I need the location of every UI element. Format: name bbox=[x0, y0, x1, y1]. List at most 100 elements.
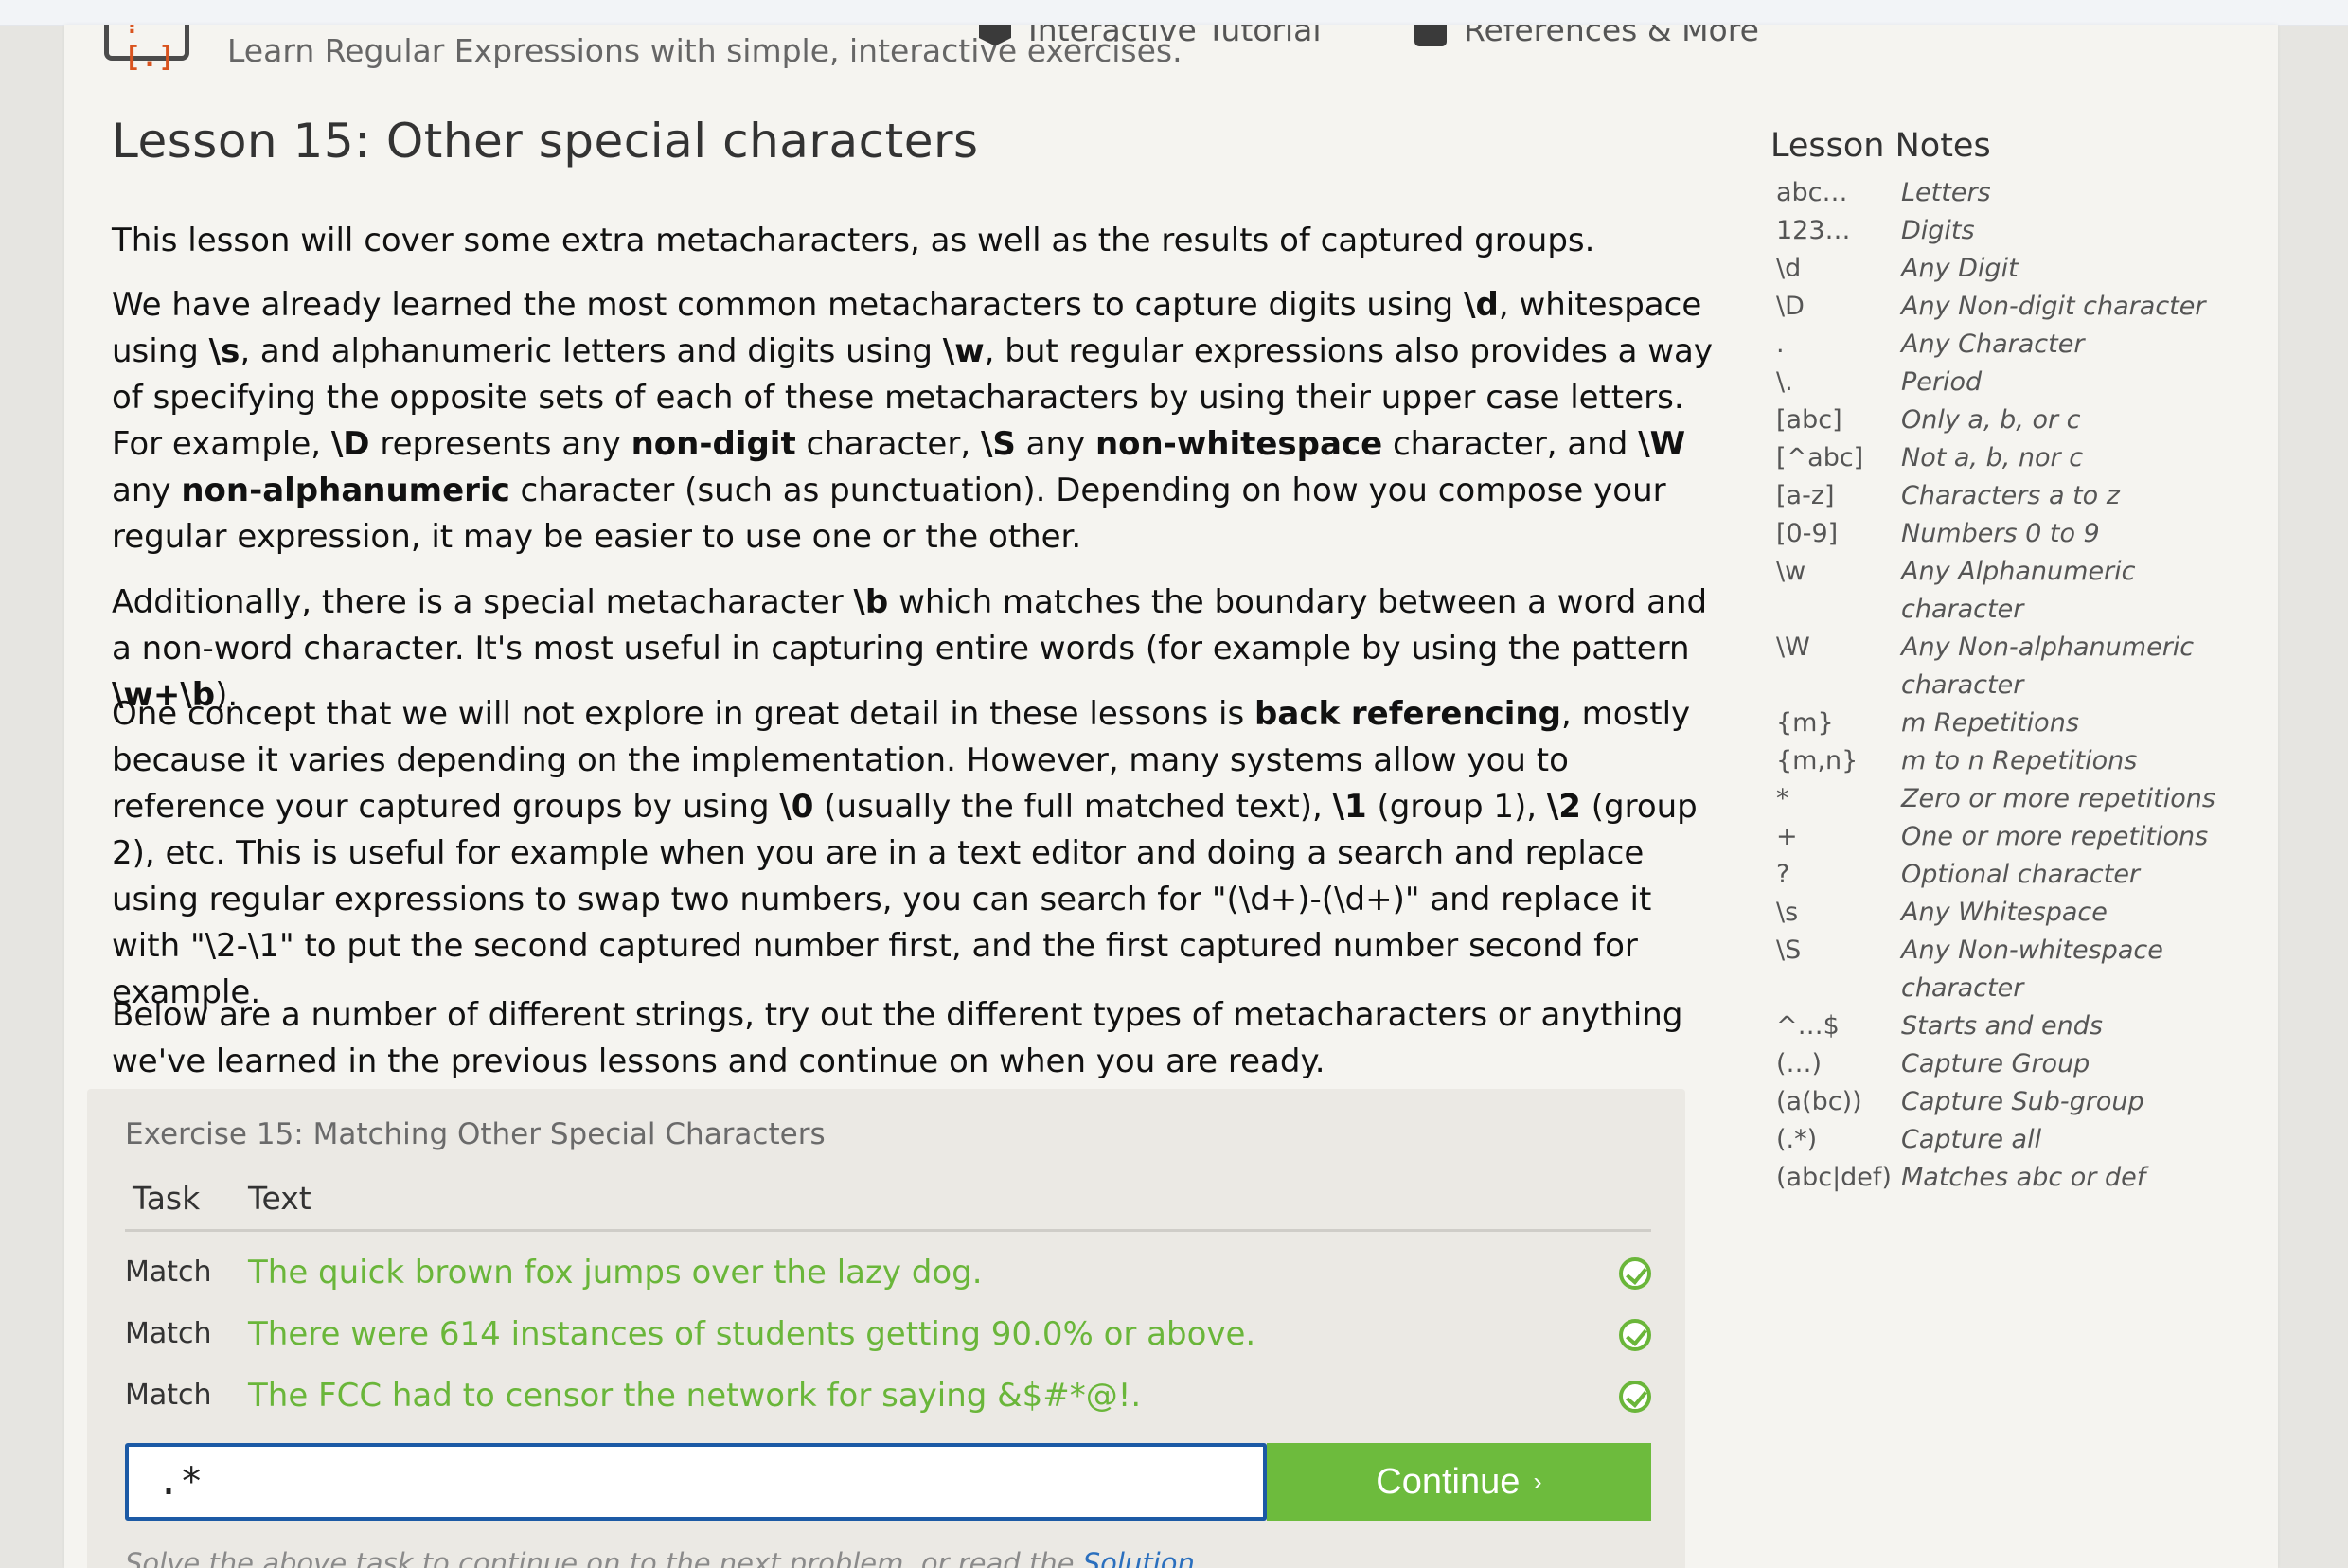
note-pattern: \D bbox=[1776, 292, 1805, 321]
nav-interactive-tutorial[interactable]: Interactive Tutorial bbox=[979, 25, 1322, 48]
note-pattern: \. bbox=[1776, 367, 1793, 397]
lesson-paragraph: One concept that we will not explore in … bbox=[112, 695, 1698, 1011]
row-text: There were 614 instances of students get… bbox=[248, 1315, 1256, 1353]
note-description: Any Non-digit character bbox=[1901, 292, 2206, 321]
note-description: Any Character bbox=[1901, 330, 2085, 359]
nav-label: Interactive Tutorial bbox=[1028, 25, 1322, 48]
exercise-hint: Solve the above task to continue on to t… bbox=[125, 1547, 1195, 1568]
note-description: m to n Repetitions bbox=[1901, 746, 2138, 775]
browser-top-strip bbox=[0, 0, 2348, 26]
lesson-note-row: \. Period bbox=[1769, 364, 2261, 401]
lesson-note-row: [a-z] Characters a to z bbox=[1769, 477, 2261, 515]
note-pattern: (…) bbox=[1776, 1049, 1823, 1078]
note-description: Zero or more repetitions bbox=[1901, 784, 2215, 813]
note-pattern: {m} bbox=[1776, 708, 1834, 738]
continue-button[interactable]: Continue › bbox=[1267, 1443, 1651, 1521]
exercise-row: Match The FCC had to censor the network … bbox=[125, 1371, 1651, 1428]
lesson-note-row: ? Optional character bbox=[1769, 856, 2261, 894]
lesson-paragraph: We have already learned the most common … bbox=[112, 286, 1713, 556]
exercise-row: Match There were 614 instances of studen… bbox=[125, 1310, 1651, 1366]
exercise-row: Match The quick brown fox jumps over the… bbox=[125, 1248, 1651, 1305]
note-description: One or more repetitions bbox=[1901, 822, 2209, 851]
note-pattern: * bbox=[1776, 784, 1789, 813]
check-circle-icon bbox=[1619, 1381, 1651, 1413]
note-description: Any Whitespace bbox=[1901, 898, 2108, 927]
note-pattern: [abc] bbox=[1776, 405, 1842, 435]
column-header-task: Task bbox=[133, 1180, 201, 1217]
regex-input[interactable] bbox=[125, 1443, 1267, 1521]
lesson-note-row: \S Any Non-whitespace character bbox=[1769, 932, 2261, 1007]
row-task: Match bbox=[125, 1256, 212, 1289]
note-description: Digits bbox=[1901, 216, 1975, 245]
note-pattern: \W bbox=[1776, 633, 1810, 662]
note-pattern: \w bbox=[1776, 557, 1806, 586]
note-pattern: ^…$ bbox=[1776, 1011, 1840, 1041]
note-pattern: \s bbox=[1776, 898, 1799, 927]
lesson-note-row: abc… Letters bbox=[1769, 174, 2261, 212]
lesson-note-row: (.*) Capture all bbox=[1769, 1121, 2261, 1159]
note-description: m Repetitions bbox=[1901, 708, 2079, 738]
lesson-note-row: (a(bc)) Capture Sub-group bbox=[1769, 1083, 2261, 1121]
exercise-title: Exercise 15: Matching Other Special Char… bbox=[125, 1117, 826, 1151]
continue-label: Continue bbox=[1376, 1461, 1521, 1502]
note-description: Any Non-alphanumeric character bbox=[1901, 633, 2195, 700]
lesson-note-row: \d Any Digit bbox=[1769, 250, 2261, 288]
note-description: Any Non-whitespace character bbox=[1901, 935, 2163, 1003]
exercise-panel: Exercise 15: Matching Other Special Char… bbox=[87, 1089, 1685, 1568]
tutorial-icon bbox=[979, 25, 1011, 46]
lesson-note-row: ^…$ Starts and ends bbox=[1769, 1007, 2261, 1045]
lesson-note-row: [abc] Only a, b, or c bbox=[1769, 401, 2261, 439]
page-container: ?[.] Learn Regular Expressions with simp… bbox=[64, 25, 2278, 1568]
lesson-note-row: [^abc] Not a, b, nor c bbox=[1769, 439, 2261, 477]
note-description: Characters a to z bbox=[1901, 481, 2120, 510]
row-text: The FCC had to censor the network for sa… bbox=[248, 1377, 1142, 1415]
note-pattern: \S bbox=[1776, 935, 1802, 965]
nav-references[interactable]: References & More bbox=[1414, 25, 1759, 48]
lesson-note-row: [0-9] Numbers 0 to 9 bbox=[1769, 515, 2261, 553]
note-description: Capture Sub-group bbox=[1901, 1087, 2144, 1116]
note-description: Optional character bbox=[1901, 860, 2141, 889]
column-header-text: Text bbox=[248, 1180, 311, 1217]
lesson-paragraph: This lesson will cover some extra metach… bbox=[112, 222, 1595, 259]
lesson-paragraph: Below are a number of different strings,… bbox=[112, 996, 1683, 1080]
row-task: Match bbox=[125, 1379, 212, 1412]
lesson-notes-title: Lesson Notes bbox=[1770, 127, 1991, 165]
row-task: Match bbox=[125, 1317, 212, 1350]
site-logo[interactable]: ?[.] bbox=[104, 25, 189, 74]
lesson-note-row: * Zero or more repetitions bbox=[1769, 780, 2261, 818]
note-description: Any Digit bbox=[1901, 254, 2019, 283]
logo-mark: ?[.] bbox=[124, 25, 176, 74]
book-icon bbox=[1414, 25, 1447, 46]
lesson-note-row: 123… Digits bbox=[1769, 212, 2261, 250]
note-pattern: abc… bbox=[1776, 178, 1848, 207]
lesson-note-row: \D Any Non-digit character bbox=[1769, 288, 2261, 326]
note-description: Starts and ends bbox=[1901, 1011, 2103, 1041]
lesson-note-row: \s Any Whitespace bbox=[1769, 894, 2261, 932]
note-description: Capture all bbox=[1901, 1125, 2042, 1154]
lesson-note-row: (abc|def) Matches abc or def bbox=[1769, 1159, 2261, 1197]
lesson-note-row: {m,n} m to n Repetitions bbox=[1769, 742, 2261, 780]
note-description: Capture Group bbox=[1901, 1049, 2090, 1078]
lesson-note-row: {m} m Repetitions bbox=[1769, 704, 2261, 742]
lesson-note-row: (…) Capture Group bbox=[1769, 1045, 2261, 1083]
note-pattern: \d bbox=[1776, 254, 1802, 283]
check-circle-icon bbox=[1619, 1319, 1651, 1351]
note-pattern: + bbox=[1776, 822, 1798, 851]
row-text: The quick brown fox jumps over the lazy … bbox=[248, 1254, 983, 1292]
nav-label: References & More bbox=[1464, 25, 1759, 48]
lesson-notes-table: abc… Letters 123… Digits \d Any Digit \D Any No… bbox=[1769, 174, 2261, 1197]
solution-link[interactable]: Solution bbox=[1083, 1547, 1195, 1568]
note-pattern: (abc|def) bbox=[1776, 1163, 1892, 1192]
note-pattern: [^abc] bbox=[1776, 443, 1864, 472]
chevron-right-icon: › bbox=[1533, 1467, 1542, 1496]
lesson-note-row: + One or more repetitions bbox=[1769, 818, 2261, 856]
note-description: Numbers 0 to 9 bbox=[1901, 519, 2100, 548]
note-description: Not a, b, nor c bbox=[1901, 443, 2084, 472]
note-pattern: 123… bbox=[1776, 216, 1851, 245]
lesson-note-row: \W Any Non-alphanumeric character bbox=[1769, 629, 2261, 704]
lesson-note-row: . Any Character bbox=[1769, 326, 2261, 364]
note-pattern: {m,n} bbox=[1776, 746, 1859, 775]
lesson-note-row: \w Any Alphanumeric character bbox=[1769, 553, 2261, 629]
note-pattern: . bbox=[1776, 330, 1785, 359]
note-description: Only a, b, or c bbox=[1901, 405, 2081, 435]
